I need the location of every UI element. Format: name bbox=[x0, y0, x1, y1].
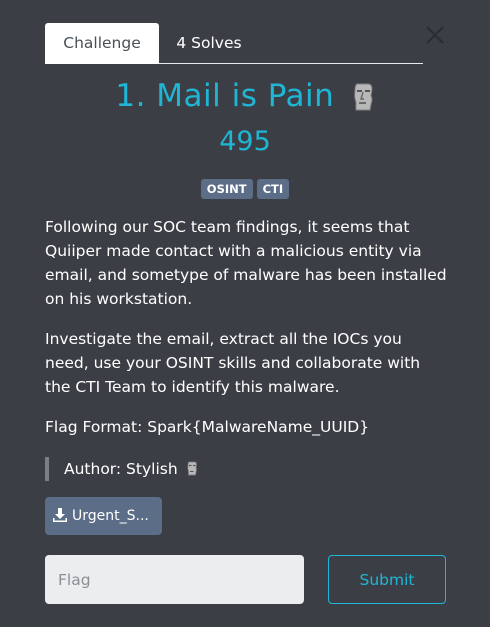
tag-list: OSINT CTI bbox=[0, 179, 490, 199]
moai-icon bbox=[351, 82, 375, 120]
submit-button[interactable]: Submit bbox=[328, 555, 446, 604]
file-name: Urgent_S... bbox=[72, 508, 149, 524]
close-icon bbox=[426, 26, 444, 44]
download-icon bbox=[52, 500, 68, 535]
moai-icon bbox=[186, 460, 198, 484]
challenge-modal: Challenge 4 Solves 1. Mail is Pain 495 O… bbox=[0, 0, 490, 627]
description-paragraph: Investigate the email, extract all the I… bbox=[45, 330, 421, 396]
tag-osint: OSINT bbox=[200, 179, 253, 199]
tag-cti: CTI bbox=[256, 179, 290, 199]
tab-challenge[interactable]: Challenge bbox=[45, 23, 159, 64]
tab-bar: Challenge 4 Solves bbox=[45, 23, 423, 64]
flag-input[interactable] bbox=[45, 555, 304, 604]
challenge-title: 1. Mail is Pain bbox=[115, 78, 335, 114]
tab-solves[interactable]: 4 Solves bbox=[163, 23, 255, 64]
author-blockquote: Author: Stylish bbox=[45, 457, 198, 481]
close-button[interactable] bbox=[424, 24, 446, 46]
challenge-title-row: 1. Mail is Pain bbox=[0, 78, 490, 120]
challenge-description: Following our SOC team findings, it seem… bbox=[45, 215, 450, 455]
download-file-button[interactable]: Urgent_S... bbox=[45, 497, 162, 535]
author-text: Author: Stylish bbox=[64, 460, 178, 478]
challenge-points: 495 bbox=[219, 126, 271, 157]
flag-format-text: Flag Format: Spark{MalwareName_UUID} bbox=[45, 418, 370, 436]
description-paragraph: Following our SOC team findings, it seem… bbox=[45, 218, 447, 308]
